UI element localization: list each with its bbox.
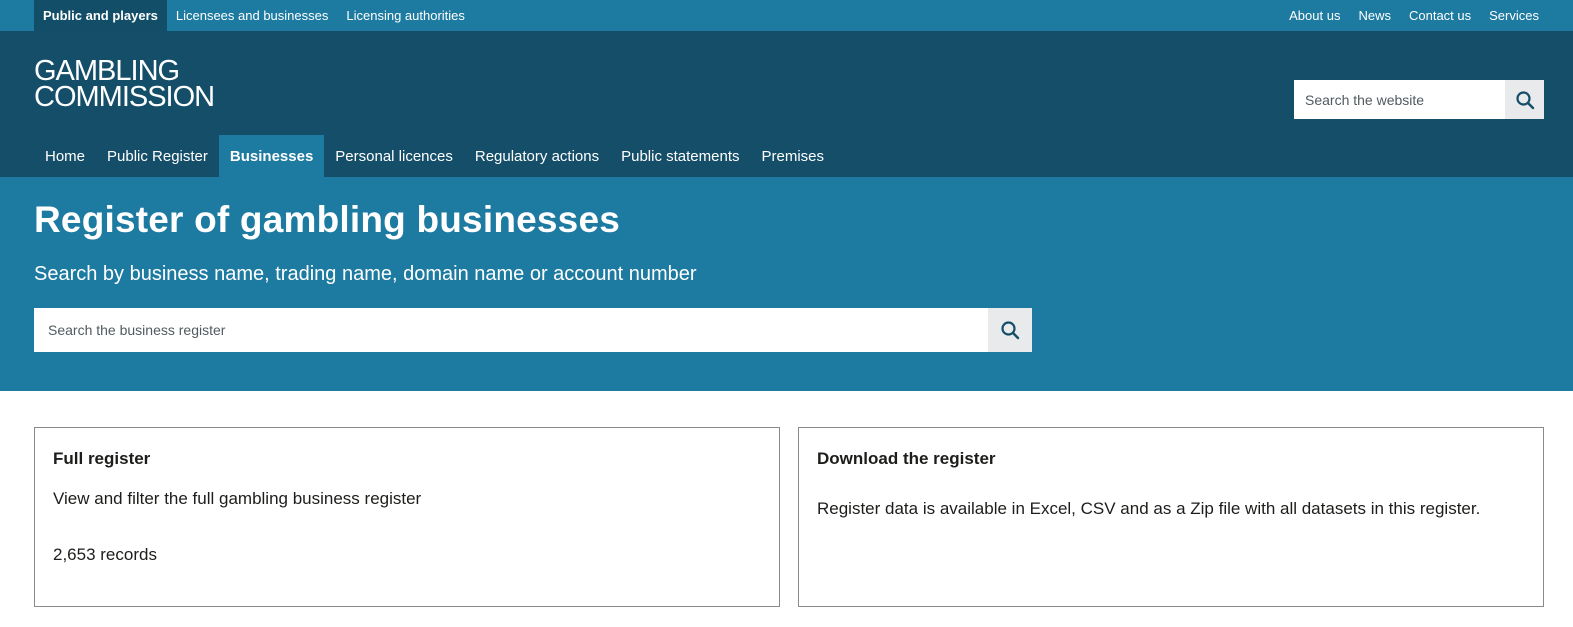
news-link[interactable]: News <box>1349 0 1400 31</box>
main-nav: Home Public Register Businesses Personal… <box>34 135 835 177</box>
page-title: Register of gambling businesses <box>34 199 621 240</box>
logo-line-2: COMMISSION <box>34 81 215 113</box>
download-register-card[interactable]: Download the register Register data is a… <box>798 427 1544 607</box>
hero-section: Register of gambling businesses Search b… <box>0 177 1573 391</box>
contact-us-link[interactable]: Contact us <box>1400 0 1480 31</box>
site-search <box>1294 80 1544 119</box>
audience-nav: Public and players Licensees and busines… <box>34 0 474 31</box>
utility-links: About us News Contact us Services <box>1280 0 1539 31</box>
nav-regulatory-actions[interactable]: Regulatory actions <box>464 135 610 177</box>
nav-home[interactable]: Home <box>34 135 96 177</box>
audience-licensing-authorities-link[interactable]: Licensing authorities <box>337 0 474 31</box>
nav-premises[interactable]: Premises <box>750 135 835 177</box>
page-subtitle: Search by business name, trading name, d… <box>34 263 697 285</box>
full-register-card[interactable]: Full register View and filter the full g… <box>34 427 780 607</box>
business-search-button[interactable] <box>988 308 1032 352</box>
audience-licensees-link[interactable]: Licensees and businesses <box>167 0 338 31</box>
card-title: Full register <box>53 449 151 468</box>
nav-businesses[interactable]: Businesses <box>218 135 325 177</box>
card-title: Download the register <box>817 449 996 468</box>
utility-bar: Public and players Licensees and busines… <box>0 0 1573 31</box>
gambling-commission-logo[interactable]: GAMBLING COMMISSION <box>34 57 215 113</box>
business-search-input[interactable] <box>34 308 988 352</box>
search-icon <box>1515 90 1534 109</box>
about-us-link[interactable]: About us <box>1280 0 1349 31</box>
services-link[interactable]: Services <box>1480 0 1539 31</box>
record-count: 2,653 records <box>53 545 157 564</box>
business-register-search <box>34 308 1032 352</box>
register-cards: Full register View and filter the full g… <box>0 391 1573 627</box>
site-search-input[interactable] <box>1294 80 1505 119</box>
card-description: View and filter the full gambling busine… <box>53 489 422 508</box>
site-search-button[interactable] <box>1505 80 1544 119</box>
search-icon <box>1001 321 1020 340</box>
nav-public-register[interactable]: Public Register <box>96 135 219 177</box>
card-description: Register data is available in Excel, CSV… <box>817 499 1481 518</box>
audience-public-players-link[interactable]: Public and players <box>34 0 167 31</box>
site-header: GAMBLING COMMISSION Home Public Register… <box>0 31 1573 177</box>
nav-public-statements[interactable]: Public statements <box>610 135 750 177</box>
nav-personal-licences[interactable]: Personal licences <box>324 135 464 177</box>
